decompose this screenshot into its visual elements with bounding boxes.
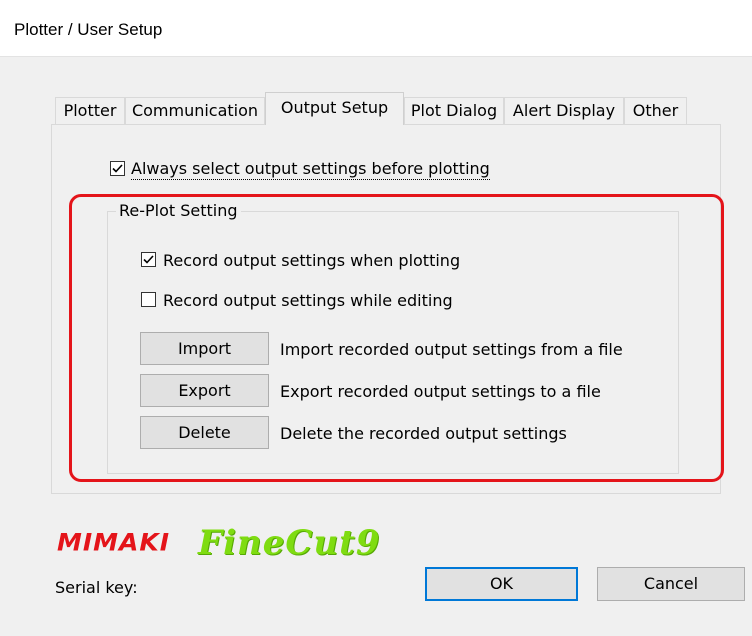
import-button[interactable]: Import xyxy=(140,332,269,365)
import-description: Import recorded output settings from a f… xyxy=(280,340,623,359)
record-when-plotting-label[interactable]: Record output settings when plotting xyxy=(163,251,460,270)
delete-button[interactable]: Delete xyxy=(140,416,269,449)
mimaki-logo: MIMAKI xyxy=(57,528,171,557)
export-description: Export recorded output settings to a fil… xyxy=(280,382,601,401)
finecut-logo: FineCut9 xyxy=(198,523,381,563)
window-title: Plotter / User Setup xyxy=(14,20,163,39)
export-button[interactable]: Export xyxy=(140,374,269,407)
ok-button[interactable]: OK xyxy=(425,567,578,601)
replot-group-title: Re-Plot Setting xyxy=(116,201,241,220)
serial-key-label: Serial key: xyxy=(55,578,138,597)
record-while-editing-checkbox[interactable] xyxy=(141,292,156,307)
tab-alert-display[interactable]: Alert Display xyxy=(504,97,624,124)
delete-description: Delete the recorded output settings xyxy=(280,424,567,443)
record-while-editing-label[interactable]: Record output settings while editing xyxy=(163,291,453,310)
tab-communication[interactable]: Communication xyxy=(125,97,265,124)
tab-other[interactable]: Other xyxy=(624,97,687,124)
checkmark-icon xyxy=(112,164,123,173)
always-select-label[interactable]: Always select output settings before plo… xyxy=(131,159,490,180)
tab-plotter[interactable]: Plotter xyxy=(55,97,125,124)
cancel-button[interactable]: Cancel xyxy=(597,567,745,601)
tab-plot-dialog[interactable]: Plot Dialog xyxy=(404,97,504,124)
record-when-plotting-checkbox[interactable] xyxy=(141,252,156,267)
always-select-checkbox[interactable] xyxy=(110,161,125,176)
checkmark-icon xyxy=(143,255,154,264)
tab-output-setup[interactable]: Output Setup xyxy=(265,92,404,125)
